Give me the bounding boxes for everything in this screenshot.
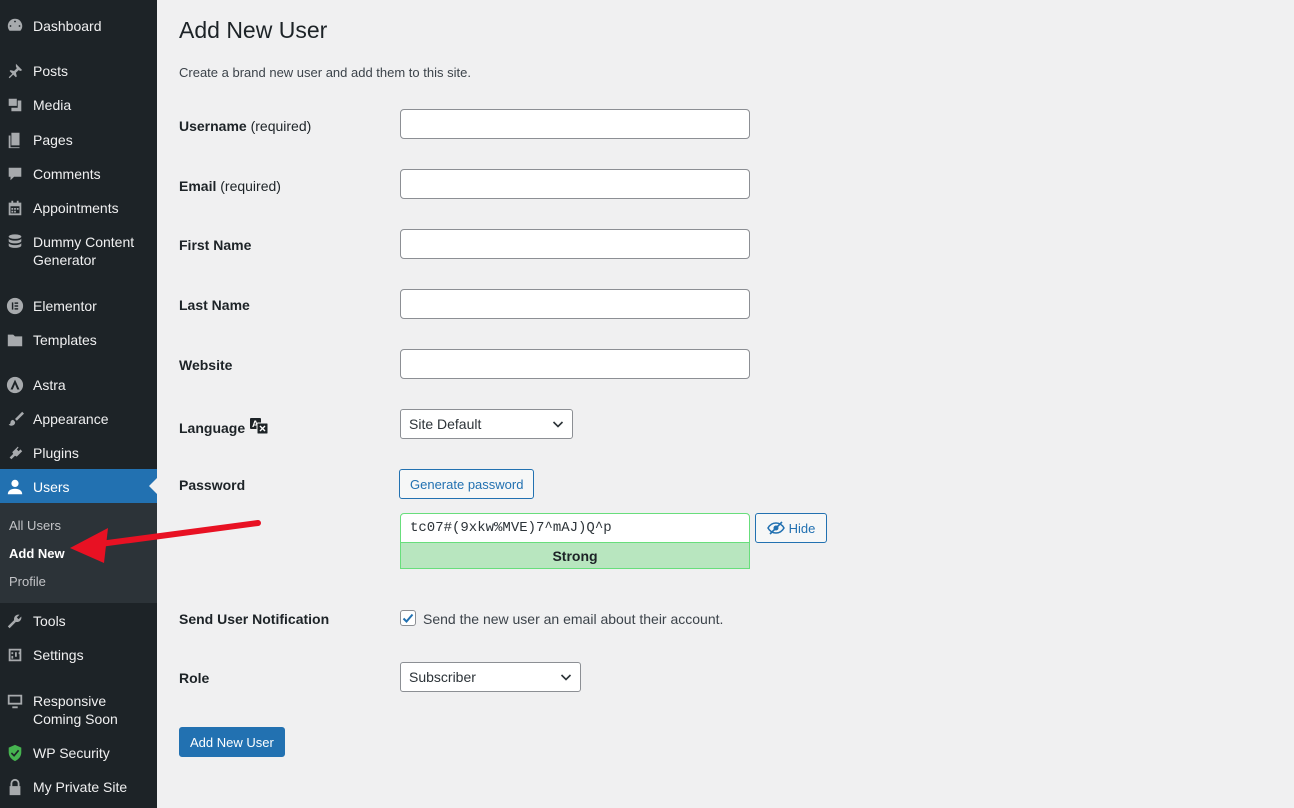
- sidebar-item-appointments[interactable]: Appointments: [0, 198, 157, 218]
- last-name-input[interactable]: [400, 289, 750, 319]
- language-label-text: Language: [179, 419, 246, 436]
- sidebar-item-wp-security[interactable]: WP Security: [0, 743, 157, 763]
- sidebar-item-label: Dashboard: [33, 18, 102, 34]
- language-select[interactable]: Site Default: [400, 409, 573, 439]
- sidebar-item-label: Tools: [33, 613, 66, 629]
- sidebar-item-label: Media: [33, 97, 72, 113]
- add-new-user-button[interactable]: Add New User: [179, 727, 285, 757]
- sidebar-item-label: Appointments: [33, 200, 119, 216]
- notification-label: Send User Notification: [179, 611, 330, 627]
- sidebar-item-label: Appearance: [33, 411, 109, 427]
- pages-icon: [5, 130, 25, 150]
- monitor-icon: [5, 691, 25, 711]
- role-label: Role: [179, 670, 210, 686]
- sidebar-item-dummy-content-generator[interactable]: Dummy Content Generator: [0, 232, 150, 269]
- plugin-icon: [5, 443, 25, 463]
- sidebar-item-label: Astra: [33, 377, 66, 393]
- active-menu-indicator: [149, 478, 157, 494]
- email-label: Email (required): [179, 178, 281, 194]
- translation-icon: A: [249, 417, 269, 438]
- page-description: Create a brand new user and add them to …: [179, 65, 471, 80]
- chevron-down-icon: [560, 674, 572, 681]
- brush-icon: [5, 409, 25, 429]
- submenu-item-all-users[interactable]: All Users: [9, 518, 61, 533]
- media-icon: [5, 95, 25, 115]
- sidebar-item-comments[interactable]: Comments: [0, 164, 157, 184]
- dashboard-icon: [5, 16, 25, 36]
- username-input[interactable]: [400, 109, 750, 139]
- required-indicator: (required): [220, 178, 281, 194]
- role-selected-value: Subscriber: [409, 669, 476, 685]
- last-name-label: Last Name: [179, 297, 250, 313]
- user-icon: [5, 477, 25, 497]
- sidebar-item-label: Responsive Coming Soon: [33, 693, 118, 727]
- email-label-text: Email: [179, 178, 217, 194]
- hide-password-button[interactable]: Hide: [755, 513, 827, 543]
- calendar-icon: [5, 198, 25, 218]
- language-label: Language A: [179, 417, 269, 438]
- sidebar-item-astra[interactable]: Astra: [0, 375, 157, 395]
- astra-icon: [5, 375, 25, 395]
- sidebar-item-label: Templates: [33, 332, 97, 348]
- sidebar-item-media[interactable]: Media: [0, 95, 157, 115]
- required-indicator: (required): [250, 118, 312, 134]
- sidebar-item-label: Comments: [33, 166, 101, 182]
- sidebar-item-label: Pages: [33, 132, 73, 148]
- sidebar-item-label: My Private Site: [33, 779, 128, 795]
- pushpin-icon: [5, 61, 25, 81]
- page-title: Add New User: [179, 17, 328, 43]
- role-select[interactable]: Subscriber: [400, 662, 581, 692]
- hide-label: Hide: [788, 520, 816, 536]
- sidebar-item-appearance[interactable]: Appearance: [0, 409, 157, 429]
- password-input[interactable]: tc07#(9xkw%MVE)7^mAJ)Q^p: [400, 513, 750, 543]
- chevron-down-icon: [552, 421, 564, 428]
- generate-password-button[interactable]: Generate password: [399, 469, 535, 499]
- folder-icon: [5, 330, 25, 350]
- username-label: Username (required): [179, 118, 311, 134]
- sidebar-item-label: Elementor: [33, 298, 97, 314]
- username-label-text: Username: [179, 118, 247, 134]
- sidebar-item-tools[interactable]: Tools: [0, 611, 157, 631]
- sidebar-item-my-private-site[interactable]: My Private Site: [0, 777, 157, 797]
- lock-icon: [5, 777, 25, 797]
- sidebar-item-pages[interactable]: Pages: [0, 130, 157, 150]
- sidebar-item-responsive-coming-soon[interactable]: Responsive Coming Soon: [0, 691, 140, 728]
- sidebar-item-settings[interactable]: Settings: [0, 645, 157, 665]
- checkmark-icon: [402, 613, 414, 623]
- email-input[interactable]: [400, 169, 750, 199]
- notification-checkbox[interactable]: [400, 610, 416, 626]
- sidebar-item-elementor[interactable]: Elementor: [0, 296, 157, 316]
- database-icon: [5, 232, 25, 252]
- wrench-icon: [5, 611, 25, 631]
- shield-icon: [5, 743, 25, 763]
- website-label: Website: [179, 357, 233, 373]
- eye-slash-icon: [766, 521, 785, 535]
- submenu-item-add-new[interactable]: Add New: [9, 546, 65, 561]
- sidebar-item-dashboard[interactable]: Dashboard: [0, 16, 157, 36]
- website-input[interactable]: [400, 349, 750, 379]
- sidebar-item-label: Users: [33, 479, 70, 495]
- submenu-item-profile[interactable]: Profile: [9, 574, 46, 589]
- sidebar-item-label: WP Security: [33, 745, 110, 761]
- password-strength-meter: Strong: [400, 543, 750, 569]
- first-name-label: First Name: [179, 237, 252, 253]
- main-content: Add New User Create a brand new user and…: [157, 0, 1294, 808]
- sidebar-item-users[interactable]: Users: [0, 469, 157, 503]
- password-label: Password: [179, 477, 246, 493]
- users-submenu: All Users Add New Profile: [0, 503, 157, 603]
- first-name-input[interactable]: [400, 229, 750, 259]
- sidebar-item-label: Posts: [33, 63, 69, 79]
- comment-icon: [5, 164, 25, 184]
- sliders-icon: [5, 645, 25, 665]
- sidebar-item-label: Settings: [33, 647, 84, 663]
- language-selected-value: Site Default: [409, 416, 482, 432]
- sidebar-item-templates[interactable]: Templates: [0, 330, 157, 350]
- sidebar-item-plugins[interactable]: Plugins: [0, 443, 157, 463]
- elementor-icon: [5, 296, 25, 316]
- sidebar-item-label: Dummy Content Generator: [33, 234, 135, 268]
- admin-sidebar: Dashboard Posts Media Pages Comments App…: [0, 0, 157, 808]
- sidebar-item-label: Plugins: [33, 445, 79, 461]
- sidebar-item-posts[interactable]: Posts: [0, 61, 157, 81]
- notification-checkbox-label[interactable]: Send the new user an email about their a…: [423, 611, 723, 627]
